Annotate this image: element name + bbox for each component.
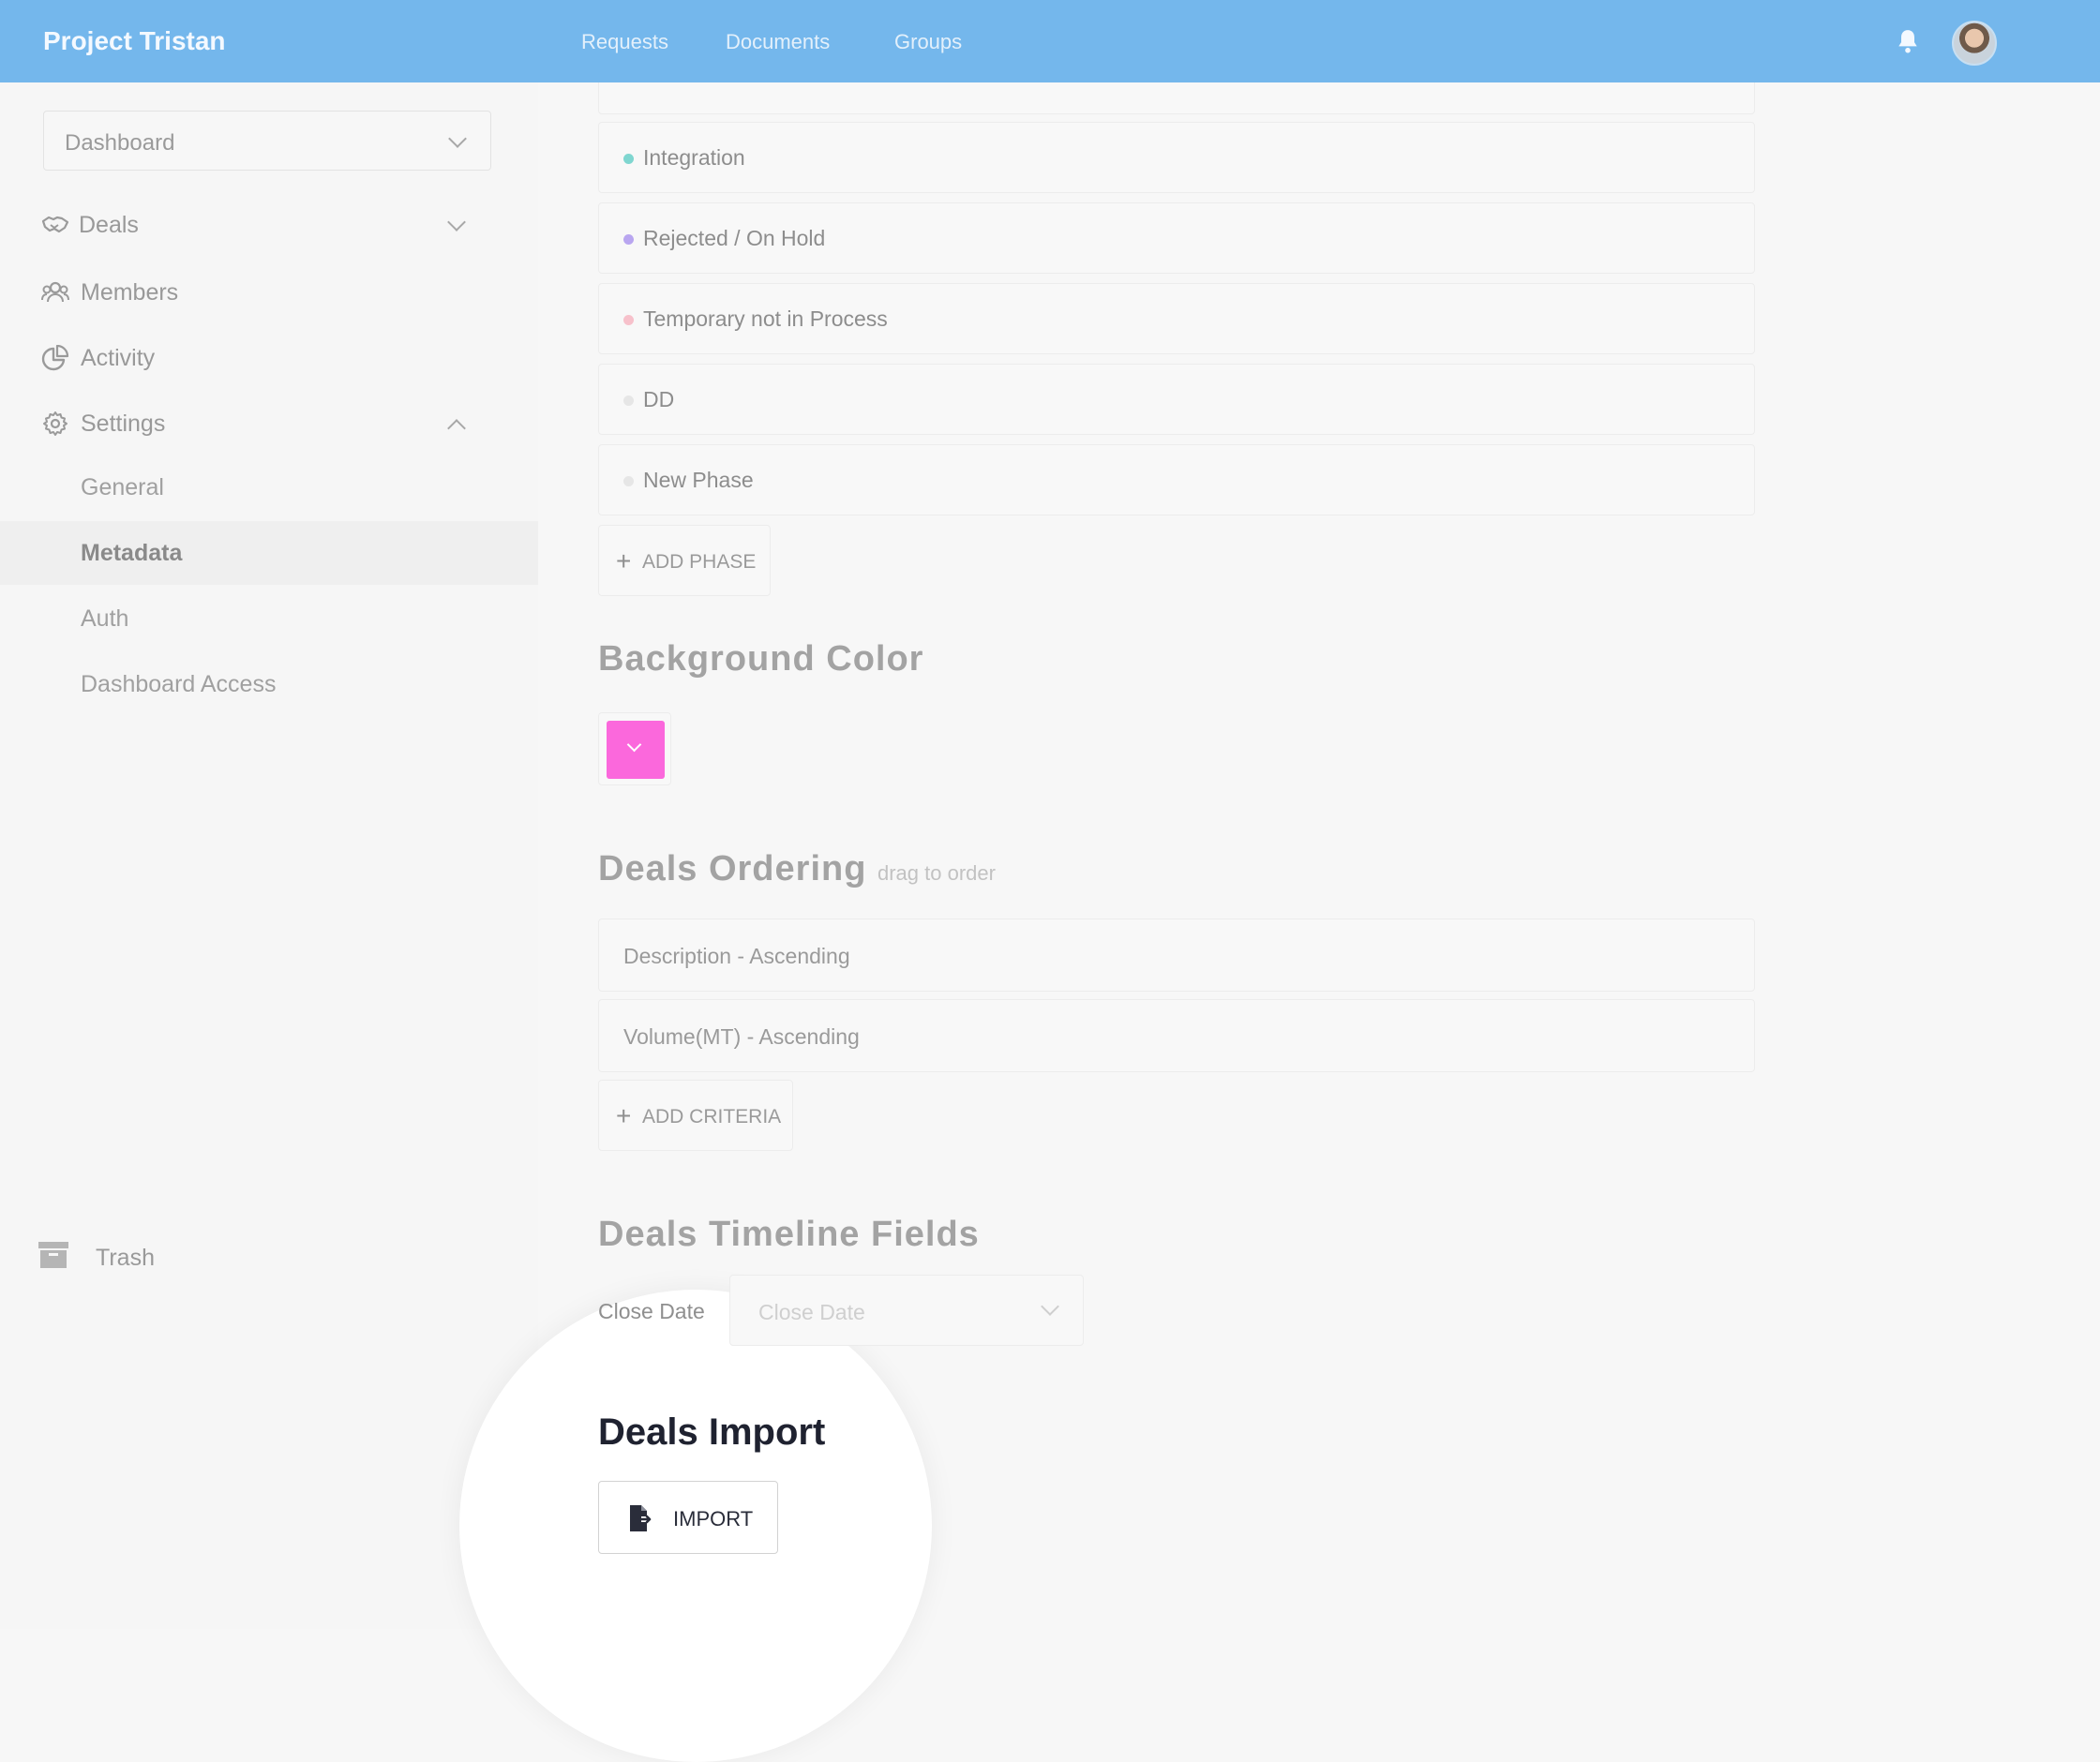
sidebar-item-activity[interactable]: Activity [0,330,538,386]
order-criteria-label: Volume(MT) - Ascending [623,1024,860,1049]
sidebar-subitem-auth[interactable]: Auth [0,587,538,650]
phase-row[interactable]: Temporary not in Process [598,283,1755,354]
add-phase-label: ADD PHASE [642,551,757,573]
dashboard-select[interactable]: Dashboard [43,111,491,171]
chevron-down-icon [626,737,642,753]
plus-icon: + [616,1101,632,1130]
plus-icon: + [616,546,632,575]
import-button[interactable]: IMPORT [598,1481,778,1554]
add-criteria-label: ADD CRITERIA [642,1106,782,1127]
sidebar-subitem-label: Auth [81,605,129,632]
chevron-down-icon [448,129,467,148]
order-criteria-row[interactable]: Description - Ascending [598,918,1755,992]
sidebar-item-settings[interactable]: Settings [0,396,538,452]
order-criteria-row[interactable]: Volume(MT) - Ascending [598,999,1755,1072]
nav-documents[interactable]: Documents [726,30,830,54]
phase-label: Integration [643,145,745,170]
close-date-placeholder: Close Date [758,1300,865,1324]
phase-label: New Phase [643,468,754,492]
phase-row[interactable]: DD [598,364,1755,435]
top-navbar: Project Tristan Requests Documents Group… [0,0,2100,82]
phase-label: Temporary not in Process [643,306,888,331]
sidebar-subitem-dashboard-access[interactable]: Dashboard Access [0,652,538,716]
sidebar-subitem-label: Dashboard Access [81,671,277,697]
phase-color-dot [623,154,634,164]
chevron-down-icon [447,213,466,231]
sidebar-item-deals[interactable]: Deals [0,197,538,253]
nav-requests[interactable]: Requests [581,30,668,54]
phase-color-dot [623,396,634,406]
sidebar-item-label: Members [81,279,179,306]
sidebar-item-label: Settings [81,411,166,437]
import-button-label: IMPORT [673,1507,754,1531]
dashboard-select-value: Dashboard [65,130,175,156]
deals-timeline-title: Deals Timeline Fields [598,1215,980,1254]
add-phase-button[interactable]: + ADD PHASE [598,525,771,596]
sidebar-item-trash[interactable]: Trash [0,1228,538,1284]
phase-row[interactable]: New Phase [598,444,1755,515]
chevron-up-icon [447,419,466,438]
drag-hint: drag to order [877,861,996,885]
user-avatar[interactable] [1952,21,1997,66]
chevron-down-icon [1041,1297,1059,1316]
phase-row[interactable]: Rejected / On Hold [598,202,1755,274]
add-criteria-button[interactable]: + ADD CRITERIA [598,1080,793,1151]
phase-label: DD [643,387,675,411]
sidebar-subitem-general[interactable]: General [0,455,538,519]
sidebar: Dashboard Deals Members Activity Setting… [0,82,538,1629]
sidebar-subitem-label: Metadata [81,540,183,566]
close-date-label: Close Date [598,1299,705,1323]
order-criteria-label: Description - Ascending [623,944,850,968]
phase-row[interactable]: Integration [598,122,1755,193]
sidebar-item-label: Deals [79,212,139,238]
sidebar-subitem-label: General [81,474,164,500]
file-import-icon [630,1505,652,1531]
background-color-title: Background Color [598,639,924,679]
color-swatch [607,721,665,779]
phase-color-dot [623,476,634,486]
pie-chart-icon [41,345,69,371]
deals-ordering-title: Deals Ordering drag to order [598,849,996,889]
gear-icon [43,411,68,436]
deals-import-title: Deals Import [598,1411,826,1453]
sidebar-item-label: Trash [96,1245,155,1271]
users-icon [41,281,69,303]
nav-groups[interactable]: Groups [894,30,962,54]
phase-color-dot [623,234,634,245]
deals-ordering-title-text: Deals Ordering [598,849,867,888]
phase-label: Rejected / On Hold [643,226,826,250]
brand-title[interactable]: Project Tristan [43,26,226,56]
archive-icon [38,1242,68,1268]
close-date-select[interactable]: Close Date [729,1275,1084,1346]
bell-icon[interactable] [1896,28,1920,54]
phase-color-dot [623,315,634,325]
sidebar-item-members[interactable]: Members [0,264,538,321]
sidebar-item-label: Activity [81,345,156,371]
background-color-picker[interactable] [598,712,671,785]
handshake-icon [41,216,69,233]
sidebar-subitem-metadata[interactable]: Metadata [0,521,538,585]
